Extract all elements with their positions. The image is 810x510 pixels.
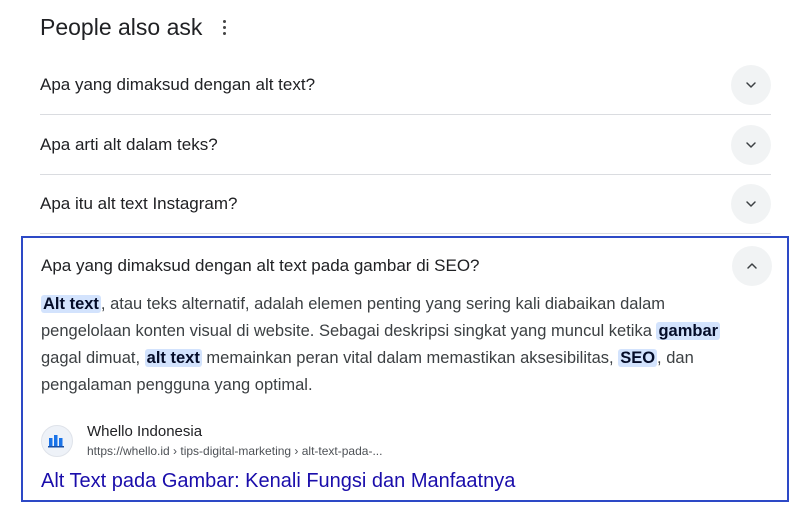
highlight-term: Alt text (41, 295, 101, 313)
highlight-term: gambar (656, 322, 721, 340)
site-favicon-icon (41, 425, 73, 457)
question-item[interactable]: Apa yang dimaksud dengan alt text? (40, 55, 771, 115)
result-title-link[interactable]: Alt Text pada Gambar: Kenali Fungsi dan … (41, 470, 515, 493)
paa-title: People also ask (40, 14, 203, 40)
chevron-down-icon[interactable] (731, 183, 771, 224)
question-label: Apa yang dimaksud dengan alt text? (40, 74, 316, 94)
more-options-icon[interactable] (216, 18, 232, 38)
question-item[interactable]: Apa arti alt dalam teks? (40, 115, 771, 175)
chevron-down-icon[interactable] (731, 124, 771, 165)
question-label: Apa itu alt text Instagram? (40, 193, 238, 213)
answer-text: gagal dimuat, (41, 349, 145, 367)
expanded-question-header[interactable]: Apa yang dimaksud dengan alt text pada g… (41, 244, 772, 288)
question-item[interactable]: Apa itu alt text Instagram? (40, 174, 771, 234)
paa-header: People also ask (40, 14, 232, 41)
people-also-ask: People also ask Apa yang dimaksud dengan… (0, 0, 810, 510)
chevron-down-icon[interactable] (731, 64, 771, 105)
highlight-term: SEO (618, 349, 658, 367)
answer-text: , atau teks alternatif, adalah elemen pe… (41, 295, 666, 340)
source-name: Whello Indonesia (87, 423, 203, 440)
highlight-term: alt text (144, 349, 202, 367)
source-info[interactable]: Whello Indonesia https://whello.id › tip… (41, 422, 382, 460)
question-label: Apa arti alt dalam teks? (40, 134, 218, 154)
chevron-up-icon[interactable] (732, 246, 772, 286)
source-url: https://whello.id › tips-digital-marketi… (87, 444, 383, 458)
answer-snippet: Alt text, atau teks alternatif, adalah e… (41, 291, 751, 399)
answer-text: memainkan peran vital dalam memastikan a… (201, 349, 619, 367)
expanded-question: Apa yang dimaksud dengan alt text pada g… (21, 236, 789, 502)
question-label: Apa yang dimaksud dengan alt text pada g… (41, 256, 480, 275)
